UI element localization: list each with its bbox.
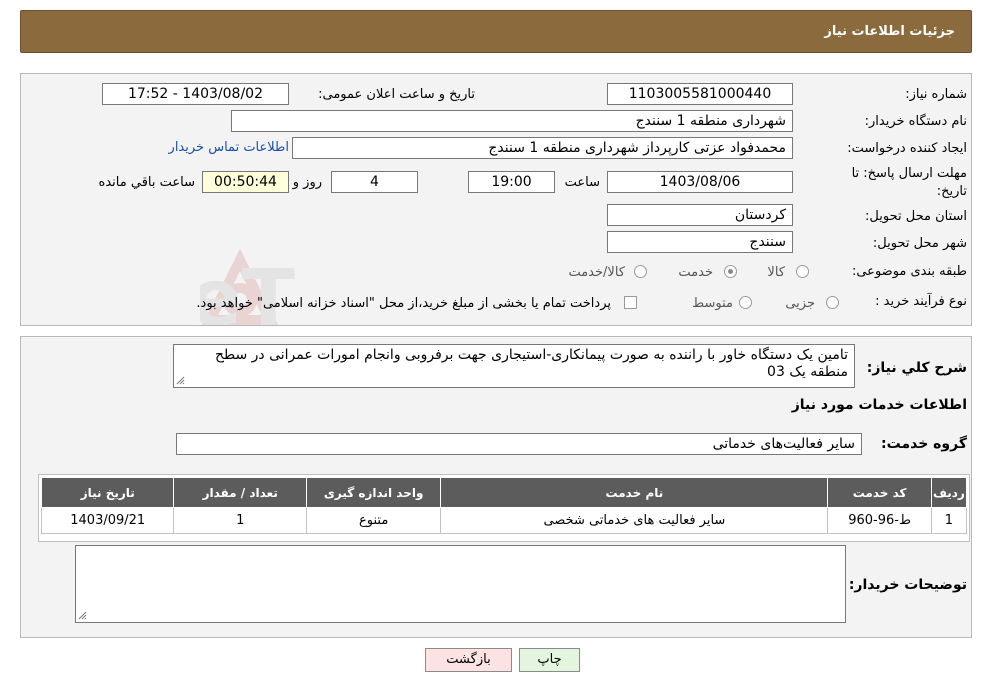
creator-label: ایجاد کننده درخواست: <box>847 141 967 156</box>
category-radio-service[interactable] <box>724 265 737 278</box>
table-row: 1 ط-96-960 سایر فعالیت های خدماتی شخصی م… <box>40 507 968 534</box>
col-service-code: کد خدمت <box>827 477 932 508</box>
province-field[interactable]: کردستان <box>607 204 793 226</box>
cell-unit: متنوع <box>305 507 442 534</box>
days-field[interactable]: 4 <box>331 171 418 193</box>
cell-service-code: ط-96-960 <box>827 507 932 534</box>
back-button[interactable]: بازگشت <box>425 648 512 672</box>
treasury-payment-note: پرداخت تمام یا بخشی از مبلغ خرید،از محل … <box>196 296 611 311</box>
remaining-time-field[interactable]: 00:50:44 <box>202 171 289 193</box>
col-unit: واحد اندازه گیری <box>305 477 442 508</box>
col-row-number: ردیف <box>930 477 968 508</box>
process-option-medium: متوسط <box>692 296 733 311</box>
remaining-label: ساعت باقي مانده <box>98 175 195 190</box>
page-title: جزئیات اطلاعات نیاز <box>824 24 955 39</box>
category-option-goods-service: کالا/خدمت <box>568 265 625 280</box>
cell-service-name: سایر فعالیت های خدماتی شخصی <box>440 507 829 534</box>
summary-textarea[interactable]: تامین یک دستگاه خاور با راننده به صورت پ… <box>173 344 855 388</box>
col-quantity: تعداد / مقدار <box>173 477 307 508</box>
treasury-payment-checkbox[interactable] <box>624 296 637 309</box>
services-section-title: اطلاعات خدمات مورد نياز <box>791 397 967 413</box>
resize-grip-icon[interactable] <box>78 611 87 620</box>
category-option-service: خدمت <box>678 265 713 280</box>
category-radio-goods-service[interactable] <box>634 265 647 278</box>
process-radio-minor[interactable] <box>826 296 839 309</box>
process-radio-medium[interactable] <box>739 296 752 309</box>
process-option-minor: جزیی <box>785 296 815 311</box>
days-label: روز و <box>292 175 322 190</box>
buyer-notes-textarea[interactable] <box>75 545 846 623</box>
deadline-label-line1: مهلت ارسال پاسخ: تا <box>851 166 967 181</box>
deadline-time-field[interactable]: 19:00 <box>468 171 555 193</box>
print-button[interactable]: چاپ <box>519 648 580 672</box>
province-label: استان محل تحویل: <box>865 209 967 224</box>
city-label: شهر محل تحویل: <box>872 236 967 251</box>
need-number-label: شماره نیاز: <box>905 87 967 102</box>
cell-need-date: 1403/09/21 <box>40 507 175 534</box>
col-need-date: تاریخ نیاز <box>40 477 175 508</box>
table-header-row: ردیف کد خدمت نام خدمت واحد اندازه گیری ت… <box>40 477 968 508</box>
buyer-contact-link[interactable]: اطلاعات تماس خریدار <box>169 140 289 155</box>
services-table: ردیف کد خدمت نام خدمت واحد اندازه گیری ت… <box>40 477 968 534</box>
category-option-goods: کالا <box>767 265 785 280</box>
cell-quantity: 1 <box>173 507 307 534</box>
service-group-field[interactable]: سایر فعالیت‌های خدماتی <box>176 433 862 455</box>
category-label: طبقه بندی موضوعی: <box>851 264 967 279</box>
deadline-time-label: ساعت <box>564 175 600 190</box>
announce-date-field[interactable]: 1403/08/02 - 17:52 <box>102 83 289 105</box>
announce-date-label: تاریخ و ساعت اعلان عمومی: <box>318 87 475 102</box>
category-radio-goods[interactable] <box>796 265 809 278</box>
process-type-label: نوع فرآیند خرید : <box>875 294 967 309</box>
buyer-org-label: نام دستگاه خریدار: <box>864 114 967 129</box>
buyer-notes-label: توضیحات خریدار: <box>848 577 967 593</box>
need-number-field[interactable]: 1103005581000440 <box>607 83 793 105</box>
summary-label: شرح کلي نياز: <box>866 360 967 376</box>
city-field[interactable]: سنندج <box>607 231 793 253</box>
resize-grip-icon[interactable] <box>176 376 185 385</box>
summary-text: تامین یک دستگاه خاور با راننده به صورت پ… <box>214 347 848 380</box>
buyer-org-field[interactable]: شهرداری منطقه 1 سنندج <box>231 110 793 132</box>
page-header: جزئیات اطلاعات نیاز <box>20 10 972 53</box>
creator-field[interactable]: محمدفواد عزتی کارپرداز شهرداری منطقه 1 س… <box>292 137 793 159</box>
col-service-name: نام خدمت <box>440 477 829 508</box>
cell-row-number: 1 <box>930 507 968 534</box>
deadline-date-field[interactable]: 1403/08/06 <box>607 171 793 193</box>
service-group-label: گروه خدمت: <box>881 436 967 452</box>
deadline-label-line2: تاریخ: <box>936 184 967 199</box>
